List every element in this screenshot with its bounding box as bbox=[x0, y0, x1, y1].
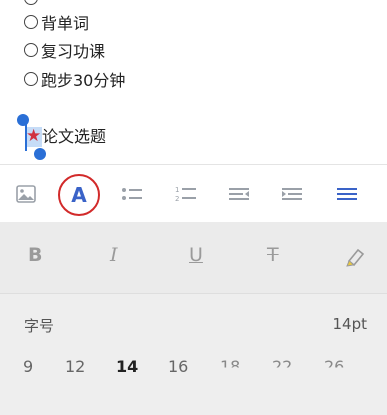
svg-text:1: 1 bbox=[175, 186, 179, 194]
todo-item[interactable]: 复习功课 bbox=[24, 38, 105, 62]
checkbox-circle-icon[interactable] bbox=[24, 72, 38, 86]
checkbox-circle-icon[interactable] bbox=[24, 0, 38, 5]
todo-item[interactable]: 跑步30分钟 bbox=[24, 67, 125, 91]
font-size-label: 字号 bbox=[24, 317, 55, 335]
font-size-value: 14pt bbox=[332, 315, 368, 333]
italic-button[interactable]: I bbox=[110, 244, 118, 266]
font-icon: A bbox=[71, 183, 87, 207]
font-size-option[interactable]: 18 bbox=[220, 357, 240, 367]
text-style-row: B I U T bbox=[0, 222, 387, 294]
highlighter-icon[interactable] bbox=[345, 247, 367, 271]
svg-text:2: 2 bbox=[175, 195, 179, 203]
font-size-option[interactable]: 22 bbox=[272, 357, 292, 367]
font-size-option[interactable]: 12 bbox=[65, 357, 85, 376]
checkbox-circle-icon[interactable] bbox=[24, 15, 38, 29]
todo-label: 复习功课 bbox=[41, 42, 106, 61]
checkbox-circle-icon[interactable] bbox=[24, 43, 38, 57]
font-size-option[interactable]: 16 bbox=[168, 357, 188, 376]
font-size-option[interactable]: 26 bbox=[324, 357, 344, 367]
indent-increase-icon[interactable] bbox=[272, 165, 312, 223]
format-panel: B I U T 字号 14pt 9 12 14 16 18 22 26 bbox=[0, 222, 387, 415]
todo-item[interactable]: 背单词 bbox=[24, 10, 89, 34]
editor-toolbar: A 1 2 bbox=[0, 164, 387, 222]
bulleted-list-icon[interactable] bbox=[112, 165, 152, 223]
numbered-list-icon[interactable]: 1 2 bbox=[166, 165, 206, 223]
bold-button[interactable]: B bbox=[28, 244, 42, 266]
heading-text[interactable]: 论文选题 bbox=[42, 126, 106, 148]
indent-decrease-icon[interactable] bbox=[219, 165, 259, 223]
font-size-option[interactable]: 9 bbox=[23, 357, 33, 376]
star-icon: ★ bbox=[26, 126, 42, 146]
todo-item-partial[interactable] bbox=[24, 0, 41, 10]
align-icon[interactable] bbox=[327, 165, 367, 223]
image-icon[interactable] bbox=[6, 165, 46, 223]
underline-button[interactable]: U bbox=[189, 244, 203, 266]
font-style-button[interactable]: A bbox=[58, 174, 100, 216]
todo-label: 背单词 bbox=[41, 14, 90, 33]
strikethrough-button[interactable]: T bbox=[267, 244, 279, 266]
note-editor[interactable]: 背单词 复习功课 跑步30分钟 ★ 论文选题 bbox=[0, 0, 387, 164]
font-size-option-selected[interactable]: 14 bbox=[116, 357, 138, 376]
todo-label: 跑步30分钟 bbox=[41, 71, 126, 90]
selection-handle-end[interactable] bbox=[34, 148, 46, 160]
